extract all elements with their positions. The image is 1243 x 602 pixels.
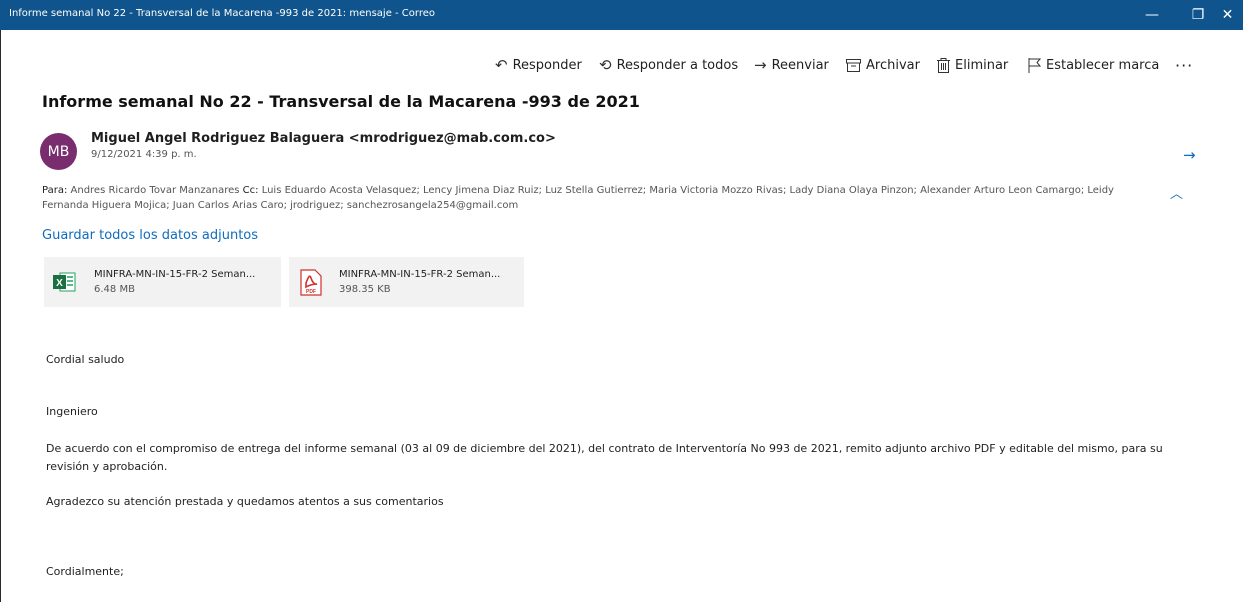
body-greeting: Cordial saludo xyxy=(46,353,125,366)
svg-text:X: X xyxy=(56,278,63,289)
window-left-border xyxy=(0,30,1,602)
reply-button[interactable]: ↶ Responder xyxy=(495,49,582,81)
archive-button[interactable]: Archivar xyxy=(846,49,920,81)
archive-label: Archivar xyxy=(866,57,920,73)
forward-button[interactable]: → Reenviar xyxy=(754,49,829,81)
archive-icon xyxy=(846,58,861,72)
flag-icon xyxy=(1028,57,1041,73)
reply-all-label: Responder a todos xyxy=(616,57,739,73)
arrow-right-icon[interactable]: → xyxy=(1183,146,1196,164)
to-recipient[interactable]: Andres Ricardo Tovar Manzanares xyxy=(71,185,240,196)
delete-label: Eliminar xyxy=(955,57,1009,73)
cc-label: Cc: xyxy=(242,185,259,196)
reply-all-button[interactable]: ⟲ Responder a todos xyxy=(599,49,738,81)
attachment-size: 6.48 MB xyxy=(94,284,135,295)
body-paragraph: De acuerdo con el compromiso de entrega … xyxy=(46,442,1163,473)
flag-button[interactable]: Establecer marca xyxy=(1028,49,1159,81)
attachment-size: 398.35 KB xyxy=(339,284,391,295)
attachment-name: MINFRA-MN-IN-15-FR-2 Seman... xyxy=(94,269,256,280)
attachment-pdf[interactable]: PDF MINFRA-MN-IN-15-FR-2 Seman... 398.35… xyxy=(289,257,524,307)
svg-text:PDF: PDF xyxy=(306,289,316,295)
attachment-name: MINFRA-MN-IN-15-FR-2 Seman... xyxy=(339,269,501,280)
body-addressee: Ingeniero xyxy=(46,405,98,418)
more-options-button[interactable]: ··· xyxy=(1175,49,1193,81)
reply-icon: ↶ xyxy=(495,56,508,74)
forward-label: Reenviar xyxy=(771,57,829,73)
close-button[interactable]: ✕ xyxy=(1212,0,1243,30)
recipients: Para: Andres Ricardo Tovar Manzanares Cc… xyxy=(42,183,1157,213)
attachment-excel[interactable]: X MINFRA-MN-IN-15-FR-2 Seman... 6.48 MB xyxy=(44,257,281,307)
title-bar: Informe semanal No 22 - Transversal de l… xyxy=(0,0,1243,30)
minimize-button[interactable]: — xyxy=(1129,0,1175,30)
avatar[interactable]: MB xyxy=(40,133,77,170)
body-closing: Cordialmente; xyxy=(46,565,124,578)
sender-name[interactable]: Miguel Angel Rodriguez Balaguera <mrodri… xyxy=(91,131,556,146)
trash-icon xyxy=(937,57,950,73)
flag-label: Establecer marca xyxy=(1046,57,1160,73)
delete-button[interactable]: Eliminar xyxy=(937,49,1008,81)
reply-label: Responder xyxy=(512,57,582,73)
body-thanks: Agradezco su atención prestada y quedamo… xyxy=(46,495,444,508)
to-label: Para: xyxy=(42,185,68,196)
forward-icon: → xyxy=(754,56,767,74)
message-date: 9/12/2021 4:39 p. m. xyxy=(91,149,197,160)
save-all-attachments-link[interactable]: Guardar todos los datos adjuntos xyxy=(42,228,258,243)
reply-all-icon: ⟲ xyxy=(599,56,612,74)
pdf-icon: PDF xyxy=(300,269,322,296)
excel-icon: X xyxy=(53,272,76,292)
message-subject: Informe semanal No 22 - Transversal de l… xyxy=(42,92,640,111)
window-title: Informe semanal No 22 - Transversal de l… xyxy=(9,8,436,19)
message-toolbar: ↶ Responder ⟲ Responder a todos → Reenvi… xyxy=(0,49,1243,81)
chevron-up-icon[interactable]: ︿ xyxy=(1170,183,1183,202)
